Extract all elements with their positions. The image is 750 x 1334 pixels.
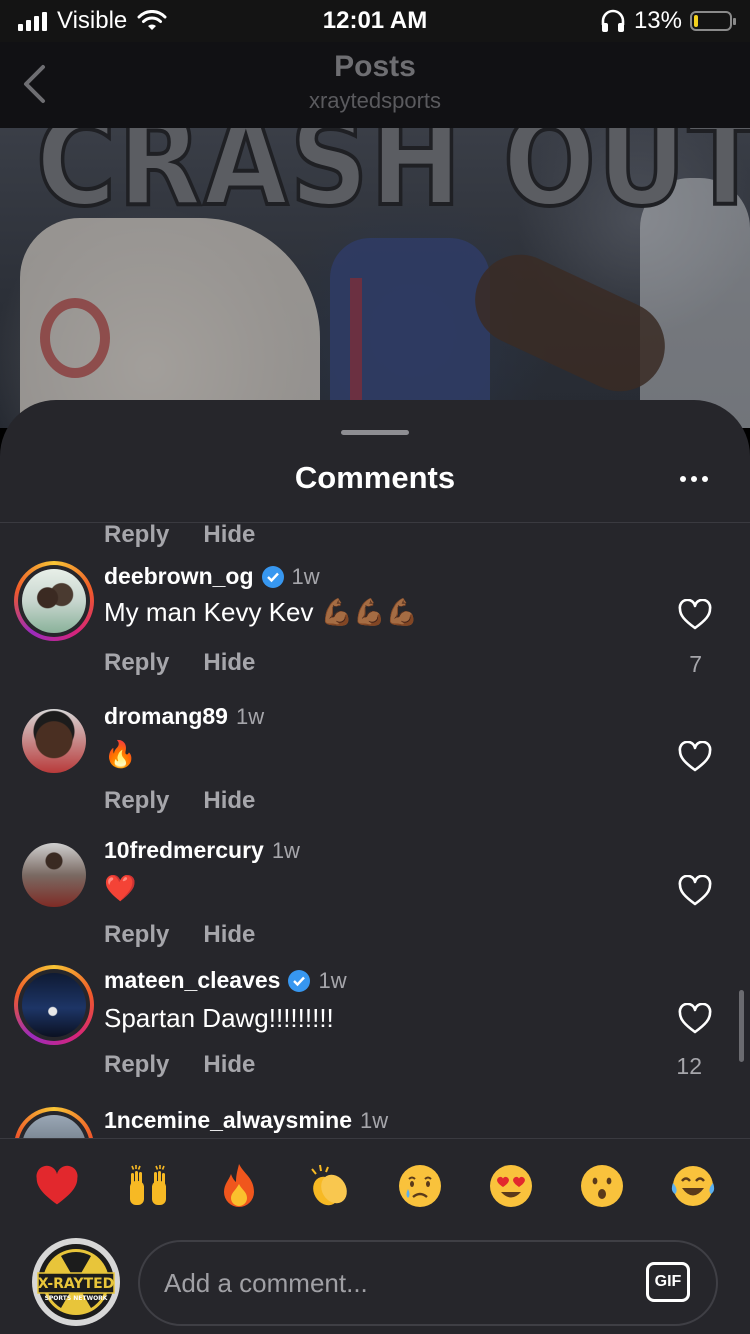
reply-button[interactable]: Reply <box>104 921 169 949</box>
reaction-crying[interactable] <box>392 1158 448 1214</box>
sheet-title: Comments <box>294 460 456 495</box>
reaction-surprised[interactable] <box>574 1158 630 1214</box>
comment-time: 1w <box>235 703 265 729</box>
heart-eyes-icon <box>490 1164 533 1207</box>
reply-button[interactable]: Reply <box>104 523 169 549</box>
crying-face-icon <box>399 1164 442 1207</box>
reaction-heart[interactable] <box>29 1158 85 1214</box>
status-bar: Visible 12:01 AM 13% <box>0 0 750 42</box>
comment-actions: Reply Hide <box>104 1051 255 1079</box>
like-button[interactable] <box>678 874 712 907</box>
reply-button[interactable]: Reply <box>104 787 169 815</box>
comment-time: 1w <box>271 837 300 863</box>
more-options-button[interactable] <box>674 464 714 494</box>
headphones-icon <box>601 9 625 32</box>
heart-icon <box>678 598 712 630</box>
reply-button[interactable]: Reply <box>104 1051 169 1079</box>
like-count[interactable]: 12 <box>662 1053 702 1080</box>
status-left: Visible <box>18 7 167 35</box>
avatar[interactable] <box>14 835 94 915</box>
comments-list[interactable]: Reply Hide deebrown_og 1w My man Kevy Ke… <box>0 523 750 1138</box>
like-count[interactable]: 7 <box>662 651 702 678</box>
reaction-laughing[interactable] <box>665 1158 721 1214</box>
current-user-avatar[interactable]: X-RAYTED SPORTS NETWORK <box>32 1238 120 1326</box>
comment-header: mateen_cleaves 1w <box>104 967 347 994</box>
comment-header: dromang89 1w <box>104 703 264 730</box>
comments-sheet: Comments Reply Hide deebrown_og 1w My ma… <box>0 400 750 1334</box>
page-title: Posts <box>334 50 416 83</box>
tears-of-joy-icon <box>671 1165 714 1206</box>
wifi-icon <box>137 10 167 30</box>
avatar[interactable] <box>14 561 94 641</box>
comment-text: 🔥 <box>104 739 137 769</box>
scrollbar[interactable] <box>739 990 744 1062</box>
reaction-heart-eyes[interactable] <box>483 1158 539 1214</box>
hide-button[interactable]: Hide <box>203 921 255 949</box>
comment-composer: X-RAYTED SPORTS NETWORK GIF <box>0 1238 750 1334</box>
comment-actions: Reply Hide <box>104 649 255 677</box>
surprised-face-icon <box>580 1164 623 1207</box>
quick-reaction-bar <box>0 1138 750 1232</box>
back-button[interactable] <box>14 60 54 108</box>
battery-level <box>694 15 699 27</box>
heart-emoji-icon <box>36 1165 78 1204</box>
comment-header: 1ncemine_alwaysmine 1w <box>104 1107 388 1134</box>
comment-input[interactable] <box>138 1240 718 1326</box>
reaction-clapping[interactable] <box>302 1158 358 1214</box>
comment-username[interactable]: dromang89 <box>104 703 228 730</box>
comment-username[interactable]: mateen_cleaves <box>104 967 280 994</box>
clapping-hands-icon <box>310 1164 347 1205</box>
hide-button[interactable]: Hide <box>203 1051 255 1079</box>
comment-text: Spartan Dawg!!!!!!!!! <box>104 1003 334 1033</box>
xrayted-logo: X-RAYTED SPORTS NETWORK <box>37 1244 115 1320</box>
hide-button[interactable]: Hide <box>203 649 255 677</box>
carrier-label: Visible <box>57 7 128 34</box>
gif-button[interactable]: GIF <box>646 1262 690 1302</box>
status-right: 13% <box>600 7 736 35</box>
posts-header: Posts xraytedsports <box>0 42 750 128</box>
chevron-left-icon <box>24 65 45 103</box>
comment-username[interactable]: 1ncemine_alwaysmine <box>104 1107 352 1134</box>
comment-time: 1w <box>291 563 320 589</box>
heart-icon <box>678 740 712 772</box>
fire-icon <box>223 1163 254 1207</box>
comment-header: 10fredmercury 1w <box>104 837 300 864</box>
heart-icon <box>678 1002 712 1034</box>
heart-icon <box>678 874 712 906</box>
comment-actions: Reply Hide <box>104 787 255 815</box>
comment-text: ❤️ <box>104 873 137 903</box>
battery-icon <box>690 11 736 31</box>
comment-actions: Reply Hide <box>104 523 255 549</box>
avatar[interactable] <box>14 965 94 1045</box>
svg-text:X-RAYTED: X-RAYTED <box>38 1276 115 1292</box>
comment-text: My man Kevy Kev 💪🏾💪🏾💪🏾 <box>104 597 418 627</box>
post-image: CRASH OUT! <box>0 128 750 428</box>
svg-text:SPORTS NETWORK: SPORTS NETWORK <box>45 1295 108 1302</box>
comment-actions: Reply Hide <box>104 921 255 949</box>
reaction-fire[interactable] <box>211 1158 267 1214</box>
sheet-grabber[interactable] <box>341 430 409 435</box>
post-image-caption: CRASH OUT! <box>34 128 750 234</box>
comment-time: 1w <box>318 967 347 993</box>
avatar[interactable] <box>14 1107 94 1138</box>
reply-button[interactable]: Reply <box>104 649 169 677</box>
reaction-raising-hands[interactable] <box>120 1158 176 1214</box>
comment-username[interactable]: deebrown_og <box>104 563 254 590</box>
like-button[interactable] <box>678 740 712 773</box>
comment-username[interactable]: 10fredmercury <box>104 837 264 864</box>
comment-header: deebrown_og 1w <box>104 563 320 590</box>
like-button[interactable] <box>678 1002 712 1035</box>
like-button[interactable] <box>678 598 712 631</box>
verified-badge-icon <box>288 969 311 992</box>
account-username[interactable]: xraytedsports <box>0 88 750 114</box>
battery-percent: 13% <box>633 7 682 34</box>
avatar[interactable] <box>14 701 94 781</box>
raising-hands-icon <box>130 1164 167 1205</box>
comment-time: 1w <box>360 1107 389 1133</box>
signal-icon <box>18 11 47 31</box>
hide-button[interactable]: Hide <box>203 523 255 549</box>
hide-button[interactable]: Hide <box>203 787 255 815</box>
verified-badge-icon <box>261 565 284 588</box>
